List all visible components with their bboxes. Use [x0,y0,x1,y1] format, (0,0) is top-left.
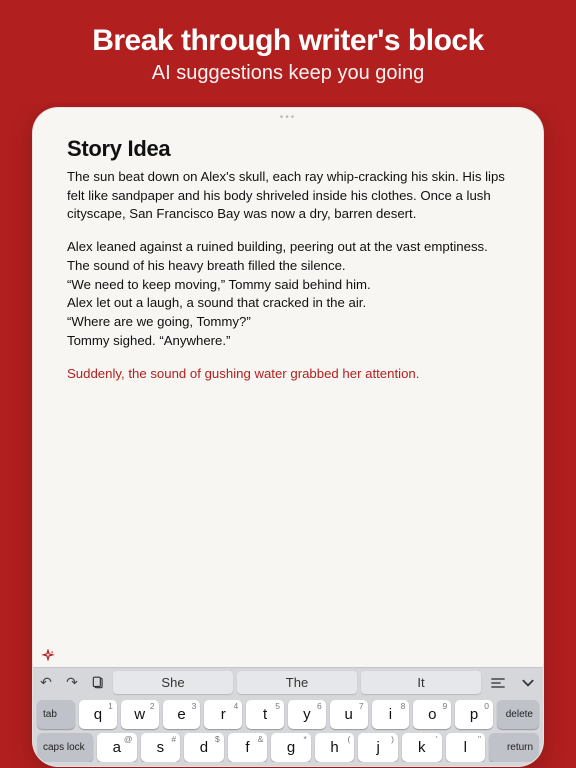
document-title: Story Idea [67,136,509,162]
predictive-suggestion[interactable]: It [361,671,481,694]
key-q[interactable]: q1 [79,700,117,729]
key-alt-label: ( [348,734,351,744]
hero-banner: Break through writer's block AI suggesti… [0,0,576,103]
sparkle-icon[interactable] [41,649,55,663]
hide-keyboard-button[interactable] [513,668,543,697]
key-alt-label: # [171,734,176,744]
key-w[interactable]: w2 [121,700,159,729]
key-alt-label: ' [436,734,438,744]
text-editor[interactable]: Story Idea The sun beat down on Alex's s… [33,126,543,645]
clipboard-button[interactable] [85,668,111,697]
key-t[interactable]: t5 [246,700,284,729]
key-alt-label: " [478,734,481,744]
key-row-1: tab q1w2e3r4t5y6u7i8o9p0 delete [37,700,539,729]
key-e[interactable]: e3 [163,700,201,729]
body-paragraph: Alex leaned against a ruined building, p… [67,238,509,350]
key-alt-label: 2 [150,701,155,711]
tablet-device: ••• Story Idea The sun beat down on Alex… [32,107,544,767]
key-alt-label: 4 [233,701,238,711]
key-h[interactable]: h( [315,733,355,762]
key-tab[interactable]: tab [37,700,75,729]
ellipsis-icon: ••• [280,112,297,123]
window-handle[interactable]: ••• [33,108,543,126]
key-y[interactable]: y6 [288,700,326,729]
key-alt-label: $ [215,734,220,744]
key-capslock[interactable]: caps lock [37,733,93,762]
key-return[interactable]: return [489,733,539,762]
predictive-suggestion[interactable]: The [237,671,357,694]
key-r[interactable]: r4 [204,700,242,729]
hero-subtitle: AI suggestions keep you going [20,62,556,85]
key-s[interactable]: s# [141,733,181,762]
key-alt-label: 1 [108,701,113,711]
key-l[interactable]: l" [446,733,486,762]
ai-suggestion[interactable]: Suddenly, the sound of gushing water gra… [67,365,509,384]
key-alt-label: 6 [317,701,322,711]
key-alt-label: 7 [359,701,364,711]
on-screen-keyboard: tab q1w2e3r4t5y6u7i8o9p0 delete caps loc… [33,697,543,766]
undo-button[interactable]: ↶ [33,668,59,697]
key-j[interactable]: j) [358,733,398,762]
key-alt-label: 5 [275,701,280,711]
key-alt-label: 8 [401,701,406,711]
key-g[interactable]: g* [271,733,311,762]
key-p[interactable]: p0 [455,700,493,729]
key-f[interactable]: f& [228,733,268,762]
key-alt-label: 9 [442,701,447,711]
key-d[interactable]: d$ [184,733,224,762]
key-alt-label: * [304,734,307,744]
key-u[interactable]: u7 [330,700,368,729]
paragraph-style-button[interactable] [483,668,513,697]
key-alt-label: & [258,734,264,744]
key-delete[interactable]: delete [497,700,539,729]
key-i[interactable]: i8 [372,700,410,729]
predictive-suggestion[interactable]: She [113,671,233,694]
key-o[interactable]: o9 [413,700,451,729]
key-alt-label: ) [391,734,394,744]
key-a[interactable]: a@ [97,733,137,762]
key-alt-label: 3 [192,701,197,711]
editor-bottom-toolbar [33,645,543,667]
hero-title: Break through writer's block [20,24,556,58]
key-alt-label: @ [124,734,133,744]
redo-button[interactable]: ↷ [59,668,85,697]
predictive-bar: ↶ ↷ She The It [33,667,543,697]
key-alt-label: 0 [484,701,489,711]
key-k[interactable]: k' [402,733,442,762]
body-paragraph: The sun beat down on Alex's skull, each … [67,168,509,224]
key-row-2: caps lock a@s#d$f&g*h(j)k'l" return [37,733,539,762]
